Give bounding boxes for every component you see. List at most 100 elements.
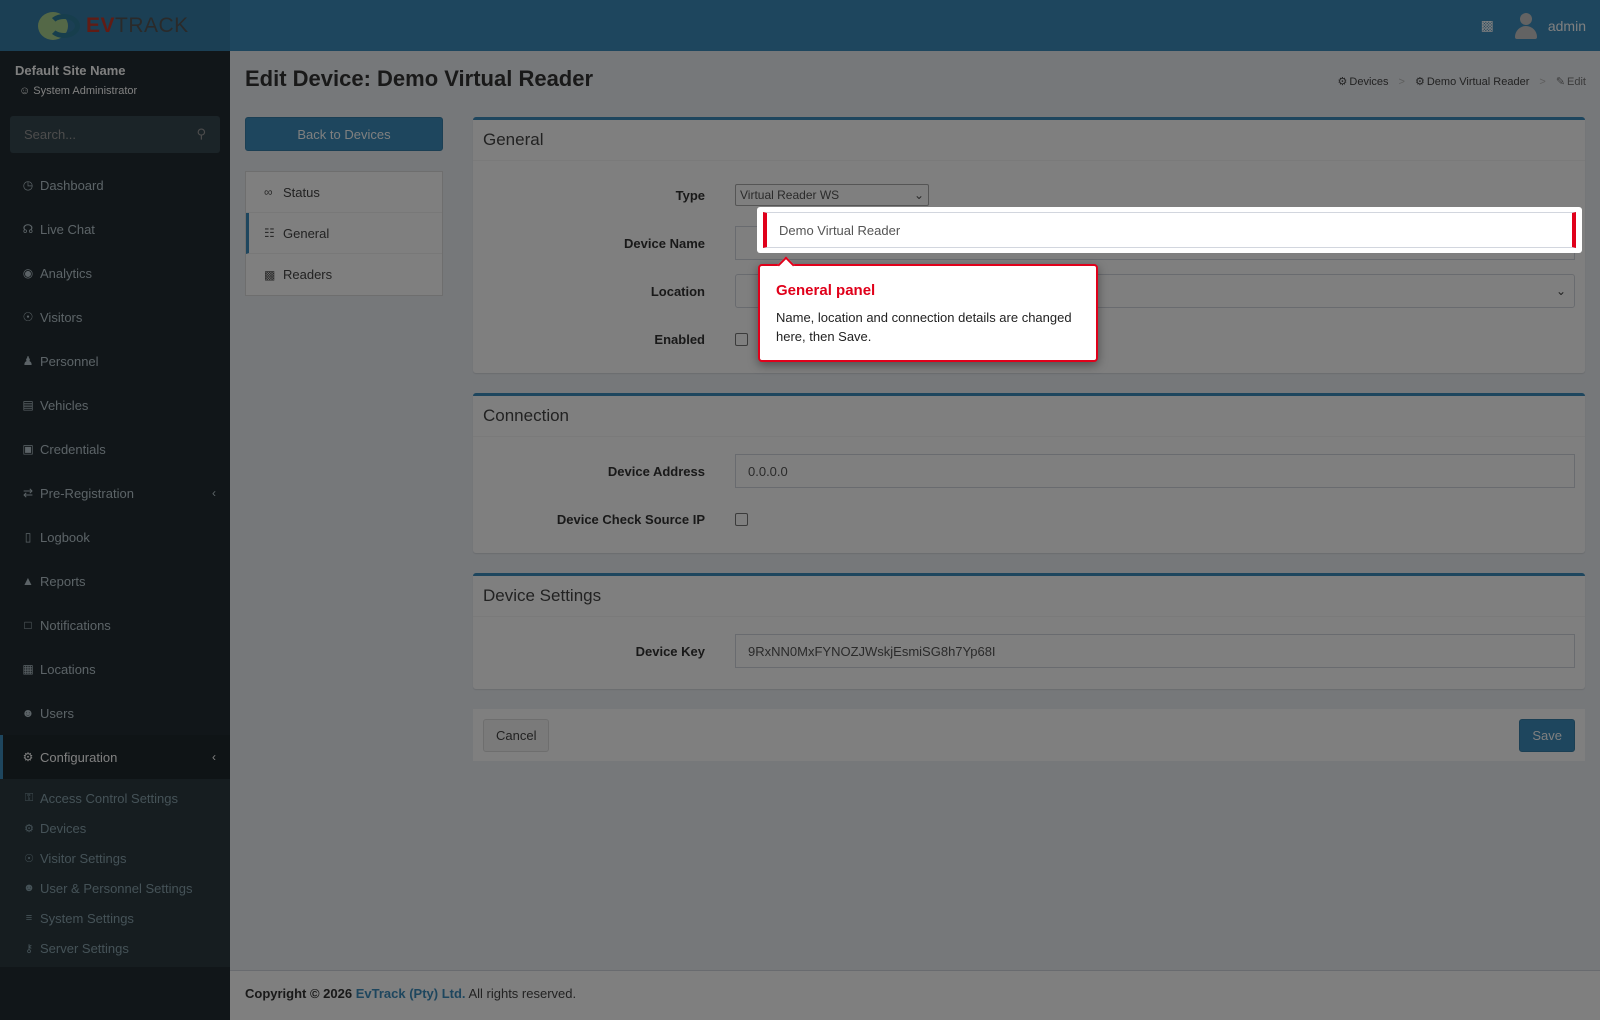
pencil-icon: ✎ xyxy=(1555,76,1566,88)
site-name: Default Site Name xyxy=(15,63,126,78)
save-button[interactable]: Save xyxy=(1519,718,1575,752)
sidebar-item-pre-registration[interactable]: ⇄ Pre-Registration ‹ xyxy=(0,471,230,515)
sidebar-item-dashboard[interactable]: ◷ Dashboard xyxy=(0,163,230,207)
chat-icon: □ xyxy=(24,618,32,632)
avatar xyxy=(1514,12,1538,39)
top-header: EVTRACK ▩ admin xyxy=(0,0,1600,51)
gear-icon: ⚙ xyxy=(1337,76,1348,88)
type-select[interactable]: Virtual Reader WS ⌄ xyxy=(735,184,929,206)
content-area: Edit Device: Demo Virtual Reader ⚙ Device… xyxy=(230,51,1600,970)
page-footer: Copyright © 2026 EvTrack (Pty) Ltd. All … xyxy=(230,970,1600,1020)
tooltip-title: General panel xyxy=(776,282,876,299)
enabled-label: Enabled xyxy=(654,331,705,347)
sidebar-menu: ◷ Dashboard ☊ Live Chat ◉ Analytics ☉ Visito… xyxy=(0,163,230,779)
sliders-icon: ≡ xyxy=(25,912,33,924)
gear-icon: ⚙ xyxy=(1414,76,1425,88)
rights-text: All rights reserved. xyxy=(468,986,577,1001)
dashboard-icon: ◷ xyxy=(22,178,34,192)
sitemap-icon: ☷ xyxy=(264,226,275,240)
chevron-left-icon: ‹ xyxy=(212,750,216,764)
submenu-item-user-personnel-settings[interactable]: ☻ User & Personnel Settings xyxy=(0,873,230,903)
connection-panel-title: Connection xyxy=(473,396,1585,437)
sidebar-search[interactable]: Search... ⚲ xyxy=(10,116,220,153)
sidebar-item-visitors[interactable]: ☉ Visitors xyxy=(0,295,230,339)
device-key-label: Device Key xyxy=(635,643,705,659)
sidebar-item-credentials[interactable]: ▣ Credentials xyxy=(0,427,230,471)
tour-spotlight: Demo Virtual Reader xyxy=(757,207,1582,253)
submenu-item-system-settings[interactable]: ≡ System Settings xyxy=(0,903,230,933)
device-nav: ∞ Status ☷ General ▩ Readers xyxy=(245,171,443,296)
submenu-item-access-control-settings[interactable]: ⚿ Access Control Settings xyxy=(0,783,230,813)
sidebar-item-reports[interactable]: ▲ Reports xyxy=(0,559,230,603)
tooltip-body: Name, location and connection details ar… xyxy=(776,310,1072,344)
car-icon: ▤ xyxy=(22,398,34,412)
app-logo[interactable]: EVTRACK xyxy=(0,0,230,51)
chevron-down-icon: ⌄ xyxy=(1555,284,1566,298)
sidebar-item-analytics[interactable]: ◉ Analytics xyxy=(0,251,230,295)
search-icon[interactable]: ⚲ xyxy=(196,127,206,142)
sidebar-item-logbook[interactable]: ▯ Logbook xyxy=(0,515,230,559)
sidebar-item-personnel[interactable]: ♟ Personnel xyxy=(0,339,230,383)
device-name-label: Device Name xyxy=(624,235,705,251)
device-check-source-ip-label: Device Check Source IP xyxy=(556,511,705,527)
id-card-icon: ▣ xyxy=(22,442,34,456)
users-icon: ☻ xyxy=(23,882,35,894)
user-name: admin xyxy=(1547,17,1586,34)
device-address-label: Device Address xyxy=(607,463,705,479)
search-input[interactable]: Search... xyxy=(24,127,76,142)
company-link[interactable]: EvTrack (Pty) Ltd. xyxy=(356,986,466,1001)
eye-icon: ☉ xyxy=(22,310,34,324)
breadcrumb: ⚙ Devices > ⚙ Demo Virtual Reader > ✎ Edit xyxy=(1337,75,1586,89)
submenu-item-devices[interactable]: ⚙ Devices xyxy=(0,813,230,843)
nav-item-general[interactable]: ☷ General xyxy=(246,213,442,254)
sidebar-item-users[interactable]: ☻ Users xyxy=(0,691,230,735)
headset-icon: ☊ xyxy=(22,222,34,236)
device-name-field[interactable]: Demo Virtual Reader xyxy=(763,212,1576,248)
device-address-field[interactable]: 0.0.0.0 xyxy=(735,454,1575,488)
breadcrumb-edit: ✎ Edit xyxy=(1555,76,1586,88)
back-to-devices-button[interactable]: Back to Devices xyxy=(245,117,443,151)
gear-icon: ⚙ xyxy=(22,750,34,764)
chart-icon: ▲ xyxy=(22,574,34,588)
connection-panel: Connection Device Address 0.0.0.0 Device… xyxy=(473,393,1585,553)
device-settings-panel-title: Device Settings xyxy=(473,576,1585,617)
enabled-checkbox[interactable] xyxy=(735,332,748,346)
nav-item-status[interactable]: ∞ Status xyxy=(246,172,442,213)
general-panel-title: General xyxy=(473,120,1585,161)
breadcrumb-devices[interactable]: ⚙ Devices xyxy=(1338,75,1389,88)
device-check-source-ip-checkbox[interactable] xyxy=(735,512,748,526)
person-icon: ☺ xyxy=(19,85,31,97)
link-icon: ∞ xyxy=(264,185,273,199)
target-icon: ◉ xyxy=(22,266,34,280)
page-title: Edit Device: Demo Virtual Reader xyxy=(245,66,594,91)
sidebar-item-locations[interactable]: ▦ Locations xyxy=(0,647,230,691)
configuration-submenu: ⚿ Access Control Settings ⚙ Devices ☉ Visit… xyxy=(0,779,230,967)
book-icon: ▯ xyxy=(24,530,32,544)
chevron-left-icon: ‹ xyxy=(212,486,216,500)
sidebar-item-live-chat[interactable]: ☊ Live Chat xyxy=(0,207,230,251)
breadcrumb-device[interactable]: ⚙ Demo Virtual Reader xyxy=(1415,75,1529,88)
location-label: Location xyxy=(650,283,705,299)
building-icon: ▩ xyxy=(264,267,276,282)
copyright-text: Copyright © 2026 xyxy=(245,986,353,1001)
device-key-field[interactable]: 9RxNN0MxFYNOZJWskjEsmiSG8h7Yp68I xyxy=(735,634,1575,668)
cancel-button[interactable]: Cancel xyxy=(483,718,550,752)
person-icon: ♟ xyxy=(22,354,34,368)
submenu-item-visitor-settings[interactable]: ☉ Visitor Settings xyxy=(0,843,230,873)
tour-tooltip: General panel Name, location and connect… xyxy=(758,256,1098,362)
map-icon: ▦ xyxy=(22,662,34,676)
sidebar-item-notifications[interactable]: □ Notifications xyxy=(0,603,230,647)
user-menu[interactable]: admin xyxy=(1514,12,1586,39)
sidebar-item-configuration[interactable]: ⚙ Configuration ‹ xyxy=(0,735,230,779)
sidebar: Default Site Name ☺ System Administrator… xyxy=(0,51,230,1020)
logo-mark-icon xyxy=(38,10,84,42)
nav-item-readers[interactable]: ▩ Readers xyxy=(246,254,442,295)
chevron-down-icon: ⌄ xyxy=(913,188,924,202)
users-icon: ☻ xyxy=(21,706,35,720)
building-icon[interactable]: ▩ xyxy=(1481,18,1494,34)
form-actions: Cancel Save xyxy=(473,709,1585,761)
device-settings-panel: Device Settings Device Key 9RxNN0MxFYNOZ… xyxy=(473,573,1585,689)
submenu-item-server-settings[interactable]: ⚷ Server Settings xyxy=(0,933,230,963)
sidebar-item-vehicles[interactable]: ▤ Vehicles xyxy=(0,383,230,427)
lock-icon: ⚿ xyxy=(24,791,34,804)
